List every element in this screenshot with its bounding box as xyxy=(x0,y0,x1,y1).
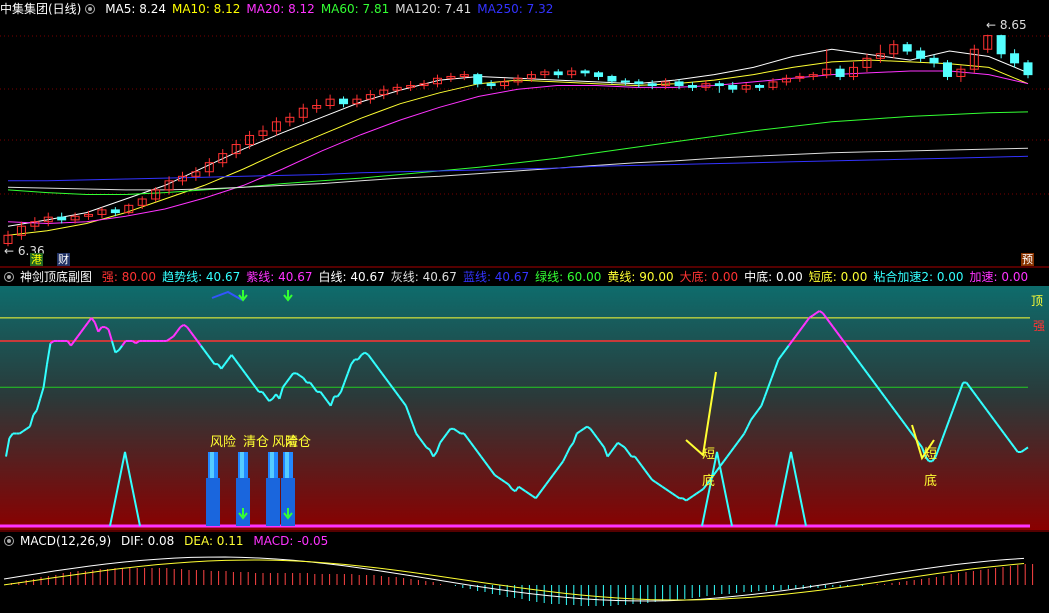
indicator-value-label: 黄线: 90.00 xyxy=(607,270,674,284)
candle-body xyxy=(916,50,926,59)
label-qingcang-1: 清仓 xyxy=(243,435,270,450)
indicator-value-label: 加速: 0.00 xyxy=(969,270,1029,284)
macd-panel xyxy=(3,556,1034,606)
indicator-value-label: 大底: 0.00 xyxy=(679,270,739,284)
indicator-value-label: 趋势线: 40.67 xyxy=(162,270,241,284)
indicator-value-label: 绿线: 60.00 xyxy=(535,270,602,284)
indicator-value-label: 紫线: 40.67 xyxy=(246,270,313,284)
candle-body xyxy=(594,72,604,77)
label-qiang: 强 xyxy=(1033,319,1046,333)
label-qingcang-2: 清仓 xyxy=(285,435,312,450)
macd-dea-line xyxy=(3,559,1025,601)
macd-dif: DIF: 0.08 xyxy=(120,534,175,548)
ma-label: MA10: 8.12 xyxy=(171,2,241,16)
macd-dif-line xyxy=(3,556,1025,602)
candle-body xyxy=(929,57,939,64)
indicator-value-label: 白线: 40.67 xyxy=(318,270,385,284)
chart-canvas xyxy=(0,34,1049,606)
label-fengxian-1: 风险 xyxy=(210,435,237,450)
main-title: 中集集团(日线) xyxy=(0,2,82,16)
candle-body xyxy=(647,83,657,87)
candle-body xyxy=(714,83,724,87)
tag-cai[interactable]: 财 xyxy=(57,253,70,266)
indicator-panel-bg xyxy=(0,286,1049,530)
candle-body xyxy=(674,81,684,87)
label-di-a: 底 xyxy=(702,474,716,489)
high-price-label: ← 8.65 xyxy=(986,18,1027,32)
label-duan-b: 短 xyxy=(924,447,938,462)
indicator-labels: 强: 80.00 趋势线: 40.67 紫线: 40.67 白线: 40.67 灰线: … xyxy=(102,270,1034,284)
ma-label: MA20: 8.12 xyxy=(246,2,315,16)
ma-line-ma250 xyxy=(8,155,1029,182)
candle-body xyxy=(473,74,483,85)
candle-body xyxy=(1023,62,1033,76)
ma-label: MA120: 7.41 xyxy=(395,2,472,16)
candle-body xyxy=(996,35,1006,55)
label-duan-a: 短 xyxy=(702,447,716,462)
indicator-value-label: 灰线: 40.67 xyxy=(390,270,457,284)
macd-value: MACD: -0.05 xyxy=(253,534,329,548)
tag-gang[interactable]: 港 xyxy=(30,253,43,266)
candle-body xyxy=(728,85,738,90)
candle-body xyxy=(57,216,67,221)
macd-header: MACD(12,26,9) DIF: 0.08 DEA: 0.11 MACD: … xyxy=(0,532,334,550)
indicator-value-label: 蓝线: 40.67 xyxy=(462,270,530,284)
gear-icon[interactable] xyxy=(85,4,96,14)
indicator-value-label: 粘合加速2: 0.00 xyxy=(873,270,964,284)
candle-body xyxy=(634,81,644,85)
candle-body xyxy=(1010,53,1020,64)
gear-icon[interactable] xyxy=(4,272,14,282)
indicator-value-label: 短底: 0.00 xyxy=(808,270,868,284)
candle-body xyxy=(620,80,630,83)
candlesticks xyxy=(3,34,1033,247)
ma-line-ma60 xyxy=(7,111,1029,195)
candle-body xyxy=(942,62,952,77)
macd-title: MACD(12,26,9) xyxy=(20,534,112,548)
candle-body xyxy=(339,98,349,105)
tag-yu[interactable]: 预 xyxy=(1021,253,1034,266)
candle-body xyxy=(110,209,120,214)
candle-body xyxy=(486,83,496,87)
candle-body xyxy=(553,71,563,76)
indicator-value-label: 中底: 0.00 xyxy=(744,270,803,284)
ma-line-ma10 xyxy=(7,59,1029,236)
candle-body xyxy=(580,70,590,74)
indicator-title: 神剑顶底副图 xyxy=(20,270,93,284)
candle-body xyxy=(607,75,617,82)
label-ding: 顶 xyxy=(1031,294,1044,308)
indicator-value-label: 强: 80.00 xyxy=(101,270,157,284)
macd-dea: DEA: 0.11 xyxy=(184,534,244,548)
ma-labels: MA5: 8.24 MA10: 8.12 MA20: 8.12 MA60: 7.81 M… xyxy=(105,2,559,16)
main-header: 中集集团(日线) MA5: 8.24 MA10: 8.12 MA20: 8.12 MA… xyxy=(0,0,565,18)
ma-label: MA5: 8.24 xyxy=(105,2,166,16)
candle-body xyxy=(835,68,845,77)
indicator-header: 神剑顶底副图 强: 80.00 趋势线: 40.67 紫线: 40.67 白线: 40… xyxy=(0,268,1040,286)
candle-body xyxy=(687,85,697,88)
candle-body xyxy=(755,85,765,88)
candle-body xyxy=(902,44,912,52)
gear-icon[interactable] xyxy=(4,536,14,546)
ma-label: MA250: 7.32 xyxy=(477,2,554,16)
label-di-b: 底 xyxy=(924,474,938,489)
signal-bar-base xyxy=(206,478,220,526)
ma-label: MA60: 7.81 xyxy=(320,2,390,16)
signal-bar-base xyxy=(266,478,280,526)
